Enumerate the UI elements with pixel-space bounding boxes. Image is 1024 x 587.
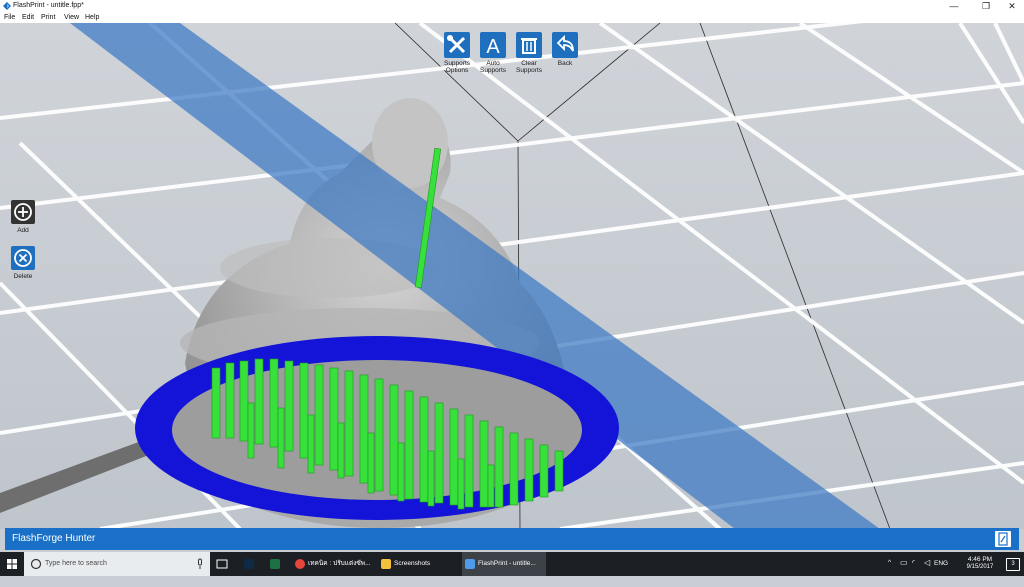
menu-help[interactable]: Help [85,13,99,22]
minimize-button[interactable]: — [940,0,968,12]
search-placeholder: Type here to search [45,560,107,567]
clock-date: 9/15/2017 [966,564,994,570]
back-button[interactable]: Back [543,32,587,67]
printer-status-icon[interactable] [995,531,1011,547]
explorer-taskbar-label: Screenshots [394,560,431,567]
network-icon[interactable]: ▭ [900,558,908,567]
trash-icon [516,32,542,58]
system-tray: ^ ▭ ◜ ◁ ENG [888,552,948,576]
taskbar-search-box[interactable]: Type here to search [24,552,210,576]
excel-taskbar-button[interactable] [266,552,284,576]
flashprint-app-icon [3,2,11,10]
wifi-icon[interactable]: ◜ [912,558,915,567]
menu-view[interactable]: View [64,13,79,22]
flashprint-taskbar-label: FlashPrint - untitle... [478,560,536,567]
add-button[interactable]: Add [8,200,38,234]
delete-button[interactable]: Delete [8,246,38,280]
letter-a-icon: A [480,32,506,58]
volume-icon[interactable]: ◁ [924,558,930,567]
clock[interactable]: 4:46 PM 9/15/2017 [960,552,1000,576]
chrome-taskbar-button[interactable]: เทคนิค : ปรับแต่งซัพ... [292,552,372,576]
explorer-taskbar-button[interactable]: Screenshots [378,552,460,576]
photoshop-taskbar-button[interactable] [240,552,258,576]
task-view-icon [216,559,228,569]
notification-center-button[interactable]: 3 [1004,552,1022,576]
close-button[interactable]: ✕ [998,0,1024,12]
flashprint-taskbar-icon [465,559,475,569]
search-circle-icon [30,558,42,570]
notification-count: 3 [1006,558,1020,571]
flashprint-taskbar-button[interactable]: FlashPrint - untitle... [462,552,546,576]
status-bar: FlashForge Hunter [5,528,1019,550]
menu-file[interactable]: File [4,13,15,22]
window-title: FlashPrint - untitle.fpp* [13,2,84,9]
windows-logo-icon [7,559,17,569]
menu-print[interactable]: Print [41,13,55,22]
chrome-taskbar-label: เทคนิค : ปรับแต่งซัพ... [308,560,371,567]
add-label: Add [17,227,29,234]
folder-icon [381,559,391,569]
back-arrow-icon [552,32,578,58]
excel-icon [270,559,280,569]
taskbar: Type here to search เทคนิค : ปรับแต่งซัพ… [0,552,1024,576]
windows-start-button[interactable] [0,552,24,576]
plus-circle-icon [11,200,35,224]
microphone-icon[interactable] [196,558,204,570]
scene-canvas[interactable] [0,23,1024,529]
3d-viewport[interactable]: Supports Options A Auto Supports Clear S… [0,23,1024,529]
back-label: Back [557,60,573,67]
svg-text:A: A [486,36,500,58]
clock-time: 4:46 PM [967,556,993,563]
language-indicator[interactable]: ENG [934,560,948,567]
task-view-button[interactable] [214,552,230,576]
printer-name: FlashForge Hunter [12,533,96,544]
menu-bar: File Edit Print View Help [0,12,1024,23]
title-bar: FlashPrint - untitle.fpp* — ❐ ✕ [0,0,1024,12]
menu-edit[interactable]: Edit [22,13,34,22]
chrome-icon [295,559,305,569]
wrench-screwdriver-icon [444,32,470,58]
maximize-button[interactable]: ❐ [972,0,1000,12]
delete-label: Delete [13,273,33,280]
chevron-up-icon[interactable]: ^ [888,559,891,566]
photoshop-icon [244,559,254,569]
x-circle-icon [11,246,35,270]
